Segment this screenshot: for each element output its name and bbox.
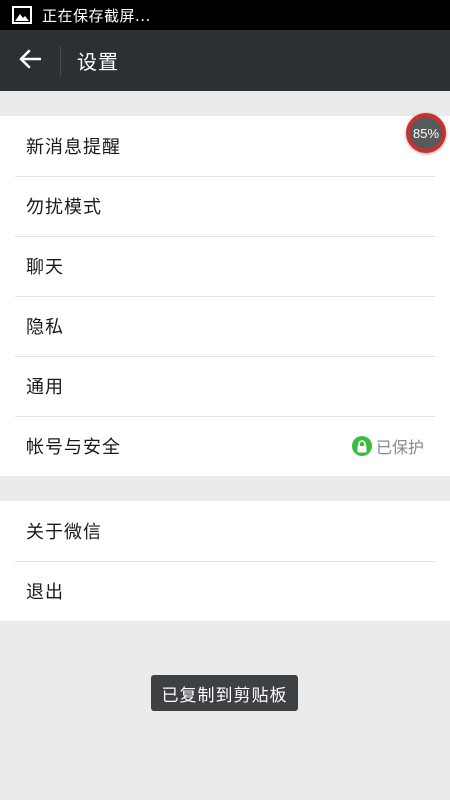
status-text: 正在保存截屏... — [42, 6, 151, 25]
settings-item-privacy[interactable]: 隐私 — [0, 296, 450, 356]
badge-percent-text: 85% — [412, 125, 440, 141]
settings-item-label: 新消息提醒 — [26, 137, 121, 158]
settings-item-chat[interactable]: 聊天 — [0, 236, 450, 296]
page-title: 设置 — [77, 50, 119, 74]
lock-icon — [351, 436, 372, 456]
settings-group-main: 新消息提醒 勿扰模式 聊天 隐私 通用 帐号与安全 已保护 — [0, 116, 450, 476]
app-header: 设置 — [0, 30, 450, 91]
back-button[interactable] — [0, 30, 60, 91]
protection-status: 已保护 — [351, 416, 424, 476]
settings-item-label: 退出 — [26, 582, 64, 603]
memory-usage-badge[interactable]: 85% — [406, 113, 446, 153]
settings-item-do-not-disturb[interactable]: 勿扰模式 — [0, 176, 450, 236]
image-icon — [12, 5, 32, 25]
header-divider — [60, 45, 61, 76]
settings-item-label: 聊天 — [26, 257, 64, 278]
status-bar: 正在保存截屏... — [0, 0, 450, 30]
protection-status-text: 已保护 — [375, 438, 424, 457]
toast-message: 已复制到剪贴板 — [151, 675, 298, 711]
settings-group-secondary: 关于微信 退出 — [0, 501, 450, 621]
settings-item-about-wechat[interactable]: 关于微信 — [0, 501, 450, 561]
arrow-left-icon — [19, 49, 42, 73]
settings-item-account-security[interactable]: 帐号与安全 已保护 — [0, 416, 450, 476]
settings-item-logout[interactable]: 退出 — [0, 561, 450, 621]
settings-item-label: 隐私 — [26, 317, 64, 338]
settings-item-label: 帐号与安全 — [26, 437, 121, 458]
settings-item-new-message-alerts[interactable]: 新消息提醒 — [0, 116, 450, 176]
settings-item-label: 关于微信 — [26, 522, 102, 543]
settings-item-label: 通用 — [26, 377, 64, 398]
settings-item-general[interactable]: 通用 — [0, 356, 450, 416]
settings-item-label: 勿扰模式 — [26, 197, 102, 218]
